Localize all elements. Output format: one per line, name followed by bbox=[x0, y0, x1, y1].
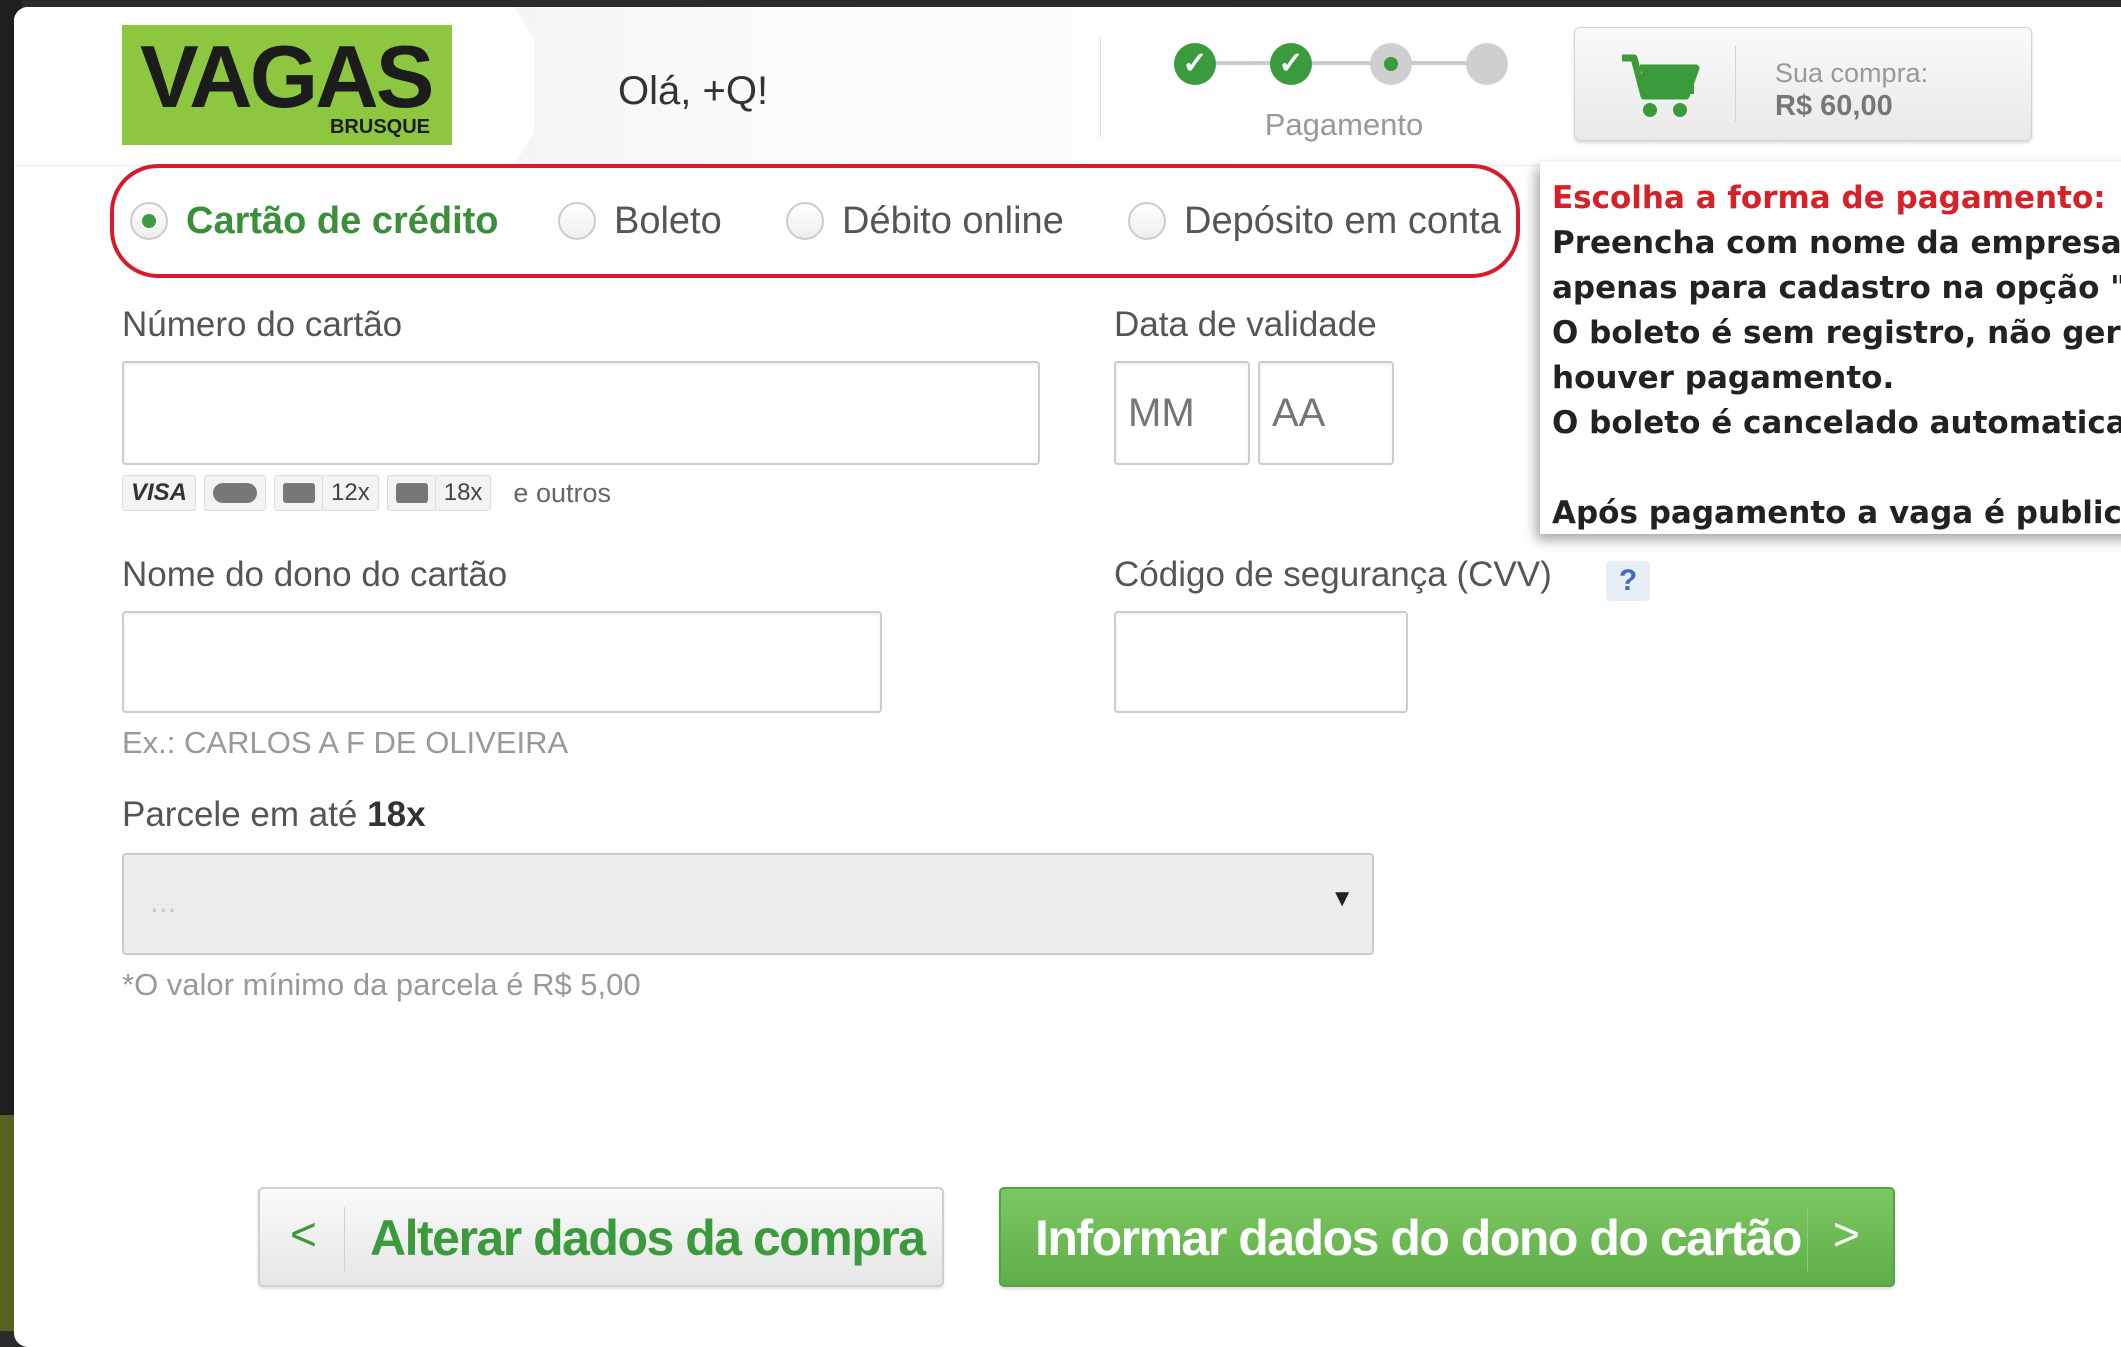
payment-option-label: Cartão de crédito bbox=[186, 199, 499, 242]
payment-option-label: Boleto bbox=[614, 199, 722, 242]
radio-icon[interactable] bbox=[130, 202, 168, 240]
payment-option-label: Depósito em conta bbox=[1184, 199, 1501, 242]
tooltip-line: apenas para cadastro na opção " bbox=[1552, 270, 2121, 306]
radio-icon[interactable] bbox=[558, 202, 596, 240]
tooltip-line: Preencha com nome da empresa bbox=[1552, 225, 2121, 261]
cart-label: Sua compra: bbox=[1775, 58, 1929, 88]
payment-option-label: Débito online bbox=[842, 199, 1064, 242]
checkout-stepper: ✓ ✓ bbox=[1174, 37, 1514, 87]
installments-selected-value: ... bbox=[150, 883, 177, 919]
expiry-month-input[interactable] bbox=[1114, 361, 1250, 465]
radio-icon[interactable] bbox=[786, 202, 824, 240]
expiry-year-input[interactable] bbox=[1258, 361, 1394, 465]
installments-max: 18x bbox=[367, 795, 426, 834]
mastercard-icon bbox=[204, 475, 267, 511]
vagas-logo[interactable]: VAGAS BRUSQUE bbox=[122, 25, 452, 145]
accepted-cards: VISA 12x 18x e outros bbox=[122, 473, 611, 513]
help-icon[interactable]: ? bbox=[1606, 561, 1650, 601]
card-owner-input[interactable] bbox=[122, 611, 882, 713]
card-owner-details-label: Informar dados do dono do cartão bbox=[1035, 1210, 1802, 1266]
cart-total: R$ 60,00 bbox=[1775, 90, 1893, 122]
expiry-label: Data de validade bbox=[1114, 305, 1377, 344]
payment-option-boleto[interactable]: Boleto bbox=[558, 198, 722, 244]
user-greeting: Olá, +Q! bbox=[618, 69, 769, 113]
cvv-input[interactable] bbox=[1114, 611, 1408, 713]
payment-info-tooltip: Escolha a forma de pagamento: Preencha c… bbox=[1540, 162, 2121, 534]
cart-summary[interactable]: Sua compra: R$ 60,00 bbox=[1574, 27, 2032, 141]
generic-card-icon bbox=[386, 475, 437, 511]
payment-modal: VAGAS BRUSQUE Olá, +Q! ✓ ✓ Pagamento Sua… bbox=[14, 7, 2121, 1347]
tooltip-line: houver pagamento. bbox=[1552, 360, 1895, 396]
logo-subtitle: BRUSQUE bbox=[329, 116, 430, 138]
installments-label: Parcele em até 18x bbox=[122, 795, 426, 835]
payment-option-credit-card[interactable]: Cartão de crédito bbox=[130, 198, 499, 244]
tooltip-title: Escolha a forma de pagamento: bbox=[1552, 180, 2106, 216]
cvv-label: Código de segurança (CVV) bbox=[1114, 555, 1552, 594]
step-pending-icon bbox=[1466, 43, 1508, 85]
dropdown-caret-icon: ▼ bbox=[1330, 885, 1354, 912]
current-step-label: Pagamento bbox=[1264, 107, 1424, 142]
card-owner-details-button[interactable]: Informar dados do dono do cartão > bbox=[999, 1187, 1895, 1287]
installments-select[interactable]: ... ▼ bbox=[122, 853, 1374, 955]
checkout-header: VAGAS BRUSQUE Olá, +Q! ✓ ✓ Pagamento Sua… bbox=[14, 7, 2121, 166]
installments-badge: 12x bbox=[322, 475, 379, 511]
visa-card-icon: VISA bbox=[122, 475, 197, 511]
step-complete-icon: ✓ bbox=[1270, 43, 1312, 85]
installments-badge: 18x bbox=[434, 475, 492, 511]
radio-icon[interactable] bbox=[1128, 202, 1166, 240]
change-purchase-label: Alterar dados da compra bbox=[370, 1210, 926, 1266]
generic-card-icon bbox=[274, 475, 325, 511]
step-complete-icon: ✓ bbox=[1174, 43, 1216, 85]
payment-option-deposit[interactable]: Depósito em conta bbox=[1128, 198, 1501, 244]
card-owner-label: Nome do dono do cartão bbox=[122, 555, 508, 594]
others-text: e outros bbox=[513, 477, 611, 508]
tooltip-line: O boleto é cancelado automatica bbox=[1552, 405, 2121, 441]
change-purchase-button[interactable]: < Alterar dados da compra bbox=[258, 1187, 944, 1287]
tooltip-line: Após pagamento a vaga é public bbox=[1552, 495, 2121, 531]
payment-method-group: Cartão de crédito Boleto Débito online D… bbox=[110, 164, 1520, 278]
step-current-icon bbox=[1370, 43, 1412, 85]
card-owner-hint: Ex.: CARLOS A F DE OLIVEIRA bbox=[122, 725, 569, 760]
logo-text: VAGAS bbox=[140, 27, 434, 126]
installments-label-text: Parcele em até bbox=[122, 795, 358, 834]
payment-option-debit[interactable]: Débito online bbox=[786, 198, 1064, 244]
card-number-input[interactable] bbox=[122, 361, 1040, 465]
shopping-cart-icon bbox=[1622, 54, 1700, 117]
installments-note: *O valor mínimo da parcela é R$ 5,00 bbox=[122, 967, 641, 1002]
card-number-label: Número do cartão bbox=[122, 305, 403, 344]
chevron-right-icon: > bbox=[1833, 1208, 1860, 1260]
tooltip-line: O boleto é sem registro, não ger bbox=[1552, 315, 2121, 351]
chevron-left-icon: < bbox=[290, 1208, 317, 1260]
